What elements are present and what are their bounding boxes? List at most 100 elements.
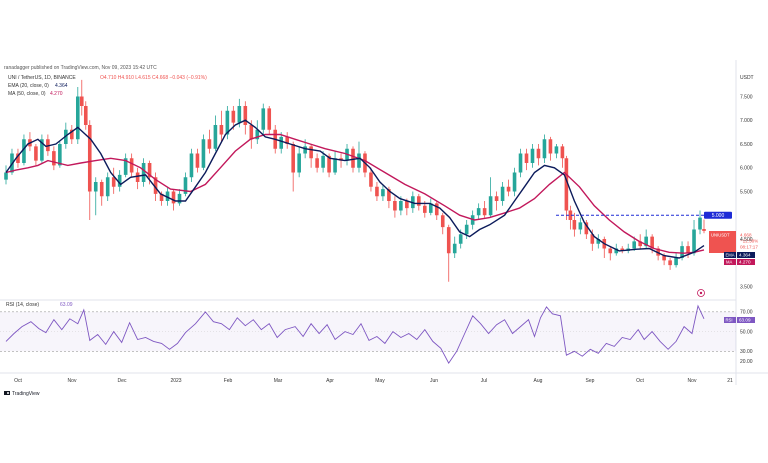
resistance-price-label: 5.000 [712,213,725,219]
candle-body [536,148,541,159]
ma-tag-value: 4.270 [739,260,751,265]
rsi-legend-label: RSI (14, close) [6,302,39,308]
time-tick-label: May [375,378,385,384]
candle-body [4,172,8,180]
ema-legend-value: 4.364 [55,83,68,89]
candle-body [702,229,706,231]
price-tick-label: 5.500 [740,189,753,195]
candle-body [303,146,307,154]
rsi-tag-value: 63.09 [739,318,751,323]
ema-price-tag: EMA 4.364 [724,252,755,258]
candle-body [674,258,678,266]
candle-body [135,172,140,182]
time-tick-label: Dec [118,378,127,384]
candle-body [357,153,361,168]
candle-body [351,148,355,168]
candle-body [458,234,463,244]
author-line: ranadagger published on TradingView.com,… [4,65,157,71]
rsi-tick-label: 50.00 [740,329,753,335]
candle-body [291,144,295,173]
candle-body [87,125,92,192]
candle-body [129,158,134,173]
candle-body [399,201,403,211]
candle-body [572,220,577,230]
candle-body [267,108,272,130]
ema-tag-value: 4.364 [739,253,751,258]
time-tick-label: Nov [68,378,77,384]
candle-body [75,96,80,140]
rsi-tick-label: 30.00 [740,349,753,355]
ohlc-line: O4.710 H4.910 L4.615 C4.668 −0.043 (−0.9… [100,75,207,81]
candle-body [207,139,212,149]
candle-body [560,146,565,159]
trading-chart: ranadagger published on TradingView.com,… [0,0,768,463]
symbol-line: UNI / TetherUS, 1D, BINANCE [8,75,76,81]
candle-body [79,96,84,106]
last-price-value: 4.668 [740,233,752,238]
price-tick-label: 7.500 [740,94,753,100]
candle-body [177,193,182,204]
candle-body [476,208,481,216]
ema-tag-label: EMA [726,253,735,258]
candle-body [249,125,254,140]
candle-body [405,201,409,209]
candle-body [434,203,439,216]
last-price-change: −12.58% [740,239,758,244]
time-tick-label: Aug [534,378,543,384]
candle-body [201,139,206,168]
candle-body [494,196,499,201]
candle-body [34,146,38,161]
candle-body [440,215,445,228]
ema-legend-label: EMA (20, close, 0) [8,83,49,89]
candle-body [219,125,224,135]
currency-label: USDT [740,75,754,81]
candle-body [243,106,248,125]
candle-body [488,196,493,216]
candle-body [315,158,319,168]
time-tick-label: Sep [586,378,595,384]
rsi-tick-label: 70.00 [740,310,753,316]
brand-name: TradingView [12,391,40,397]
candle-body [530,148,535,163]
price-tick-label: 6.000 [740,166,753,172]
candle-body [189,153,194,178]
candle-body [195,153,200,168]
ma-price-tag: MA 4.270 [724,259,755,265]
bar-countdown: 08:17:17 [740,245,758,250]
candle-body [375,186,379,197]
candle-body [464,224,469,235]
price-tick-label: 6.500 [740,142,753,148]
candle-body [524,153,529,163]
candle-body [518,153,523,173]
candle-body [393,201,397,211]
candle-body [668,260,672,266]
candle-body [692,229,696,254]
candle-body [52,151,56,166]
time-tick-label: Feb [224,378,233,384]
candle-body [279,136,284,149]
candle-body [548,139,553,154]
rsi-tick-label: 20.00 [740,359,753,365]
candle-body [297,153,301,173]
rsi-tag-label: RSI [726,318,733,323]
time-tick-label: Apr [326,378,334,384]
candle-body [141,163,146,182]
price-tick-label: 7.000 [740,118,753,124]
candle-body [632,241,636,249]
last-price-symbol: UNIUSDT [711,233,730,238]
candle-body [369,172,373,187]
time-tick-label: Oct [14,378,22,384]
candle-body [698,217,702,230]
candle-body [608,248,613,254]
candle-body [321,155,325,168]
candle-body [500,186,505,201]
candle-body [231,110,236,123]
time-tick-label: Jun [430,378,438,384]
candle-body [111,177,116,187]
ma-legend-value: 4.270 [50,91,63,97]
price-tick-label: 3.500 [740,284,753,290]
ma-legend-label: MA (50, close, 0) [8,91,46,97]
time-tick-label: Jul [481,378,487,384]
candle-body [237,106,242,123]
candle-body [506,186,511,192]
